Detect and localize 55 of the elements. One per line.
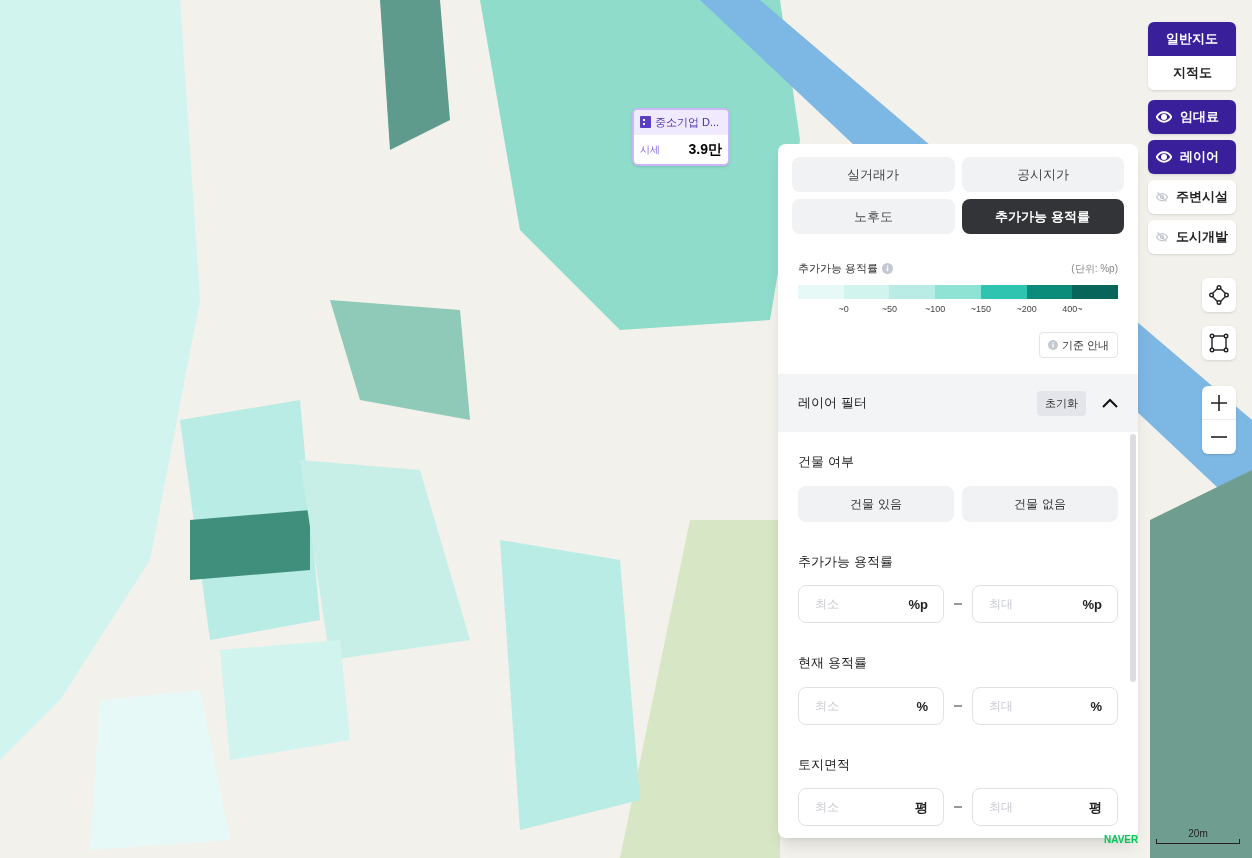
minus-icon — [1210, 435, 1228, 439]
map-type-button[interactable]: 지적도 — [1148, 56, 1236, 90]
price-popup[interactable]: 중소기업 D... 시세 3.9만 — [632, 108, 730, 166]
unit-label: %p — [908, 596, 928, 614]
unit-label: %p — [1082, 596, 1102, 614]
filter-section-title: 추가가능 용적률 — [798, 552, 894, 571]
layer-toggle-button[interactable]: 주변시설 — [1148, 180, 1236, 214]
popup-label: 시세 — [640, 142, 660, 157]
legend-label: ~50 — [881, 302, 898, 316]
layer-tab[interactable]: 노후도 — [792, 199, 955, 234]
layer-tab[interactable]: 실거래가 — [792, 157, 955, 192]
legend-label: 400~ — [1062, 302, 1083, 316]
eye-icon — [1156, 109, 1172, 125]
guide-button[interactable]: 기준 안내 — [1038, 332, 1118, 358]
rectangle-icon — [1209, 333, 1229, 353]
filter-section-title: 건물 여부 — [798, 453, 855, 471]
range-dash — [954, 704, 962, 707]
legend-label: ~100 — [925, 302, 946, 316]
unit-label: 평 — [915, 799, 928, 817]
filter-title: 레이어 필터 — [798, 394, 867, 413]
legend-title: 추가가능 용적률 — [798, 261, 879, 276]
building-icon — [640, 116, 651, 129]
unit-label: 평 — [1089, 799, 1102, 817]
layer-tab[interactable]: 공시지가 — [961, 157, 1124, 192]
building-option-button[interactable]: 건물 있음 — [798, 485, 954, 522]
filter-section-title: 현재 용적률 — [798, 654, 868, 672]
polygon-icon — [1209, 285, 1229, 305]
popup-value: 3.9만 — [688, 139, 722, 159]
scrollbar[interactable] — [1130, 434, 1136, 682]
polygon-tool-button[interactable] — [1202, 278, 1236, 312]
eye-icon — [1156, 149, 1172, 165]
building-option-button[interactable]: 건물 없음 — [962, 485, 1118, 522]
scale-label: 20m — [1188, 829, 1208, 839]
reset-button[interactable]: 초기화 — [1037, 390, 1086, 416]
chevron-icon[interactable] — [1102, 398, 1118, 408]
layer-tab[interactable]: 추가가능 용적률 — [961, 199, 1124, 234]
rectangle-tool-button[interactable] — [1202, 326, 1236, 360]
legend-label: ~150 — [970, 302, 991, 316]
popup-title: 중소기업 D... — [655, 115, 720, 130]
range-dash — [954, 806, 962, 808]
map-type-button[interactable]: 일반지도 — [1148, 22, 1236, 56]
filter-section-title: 토지면적 — [798, 755, 851, 774]
unit-label: % — [916, 697, 928, 716]
info-icon — [882, 262, 894, 274]
legend-label: ~0 — [838, 302, 849, 316]
legend-label: ~200 — [1016, 302, 1037, 316]
unit-label: % — [1090, 697, 1102, 716]
layer-toggle-button[interactable]: 레이어 — [1148, 140, 1236, 174]
map-logo: NAVER — [1104, 833, 1139, 847]
range-dash — [954, 603, 962, 605]
plus-icon — [1210, 393, 1228, 412]
info-icon — [1047, 340, 1058, 350]
layer-toggle-button[interactable]: 임대료 — [1148, 100, 1236, 134]
legend-unit: (단위: %p) — [1071, 261, 1118, 276]
layer-toggle-button[interactable]: 도시개발 — [1148, 220, 1236, 254]
